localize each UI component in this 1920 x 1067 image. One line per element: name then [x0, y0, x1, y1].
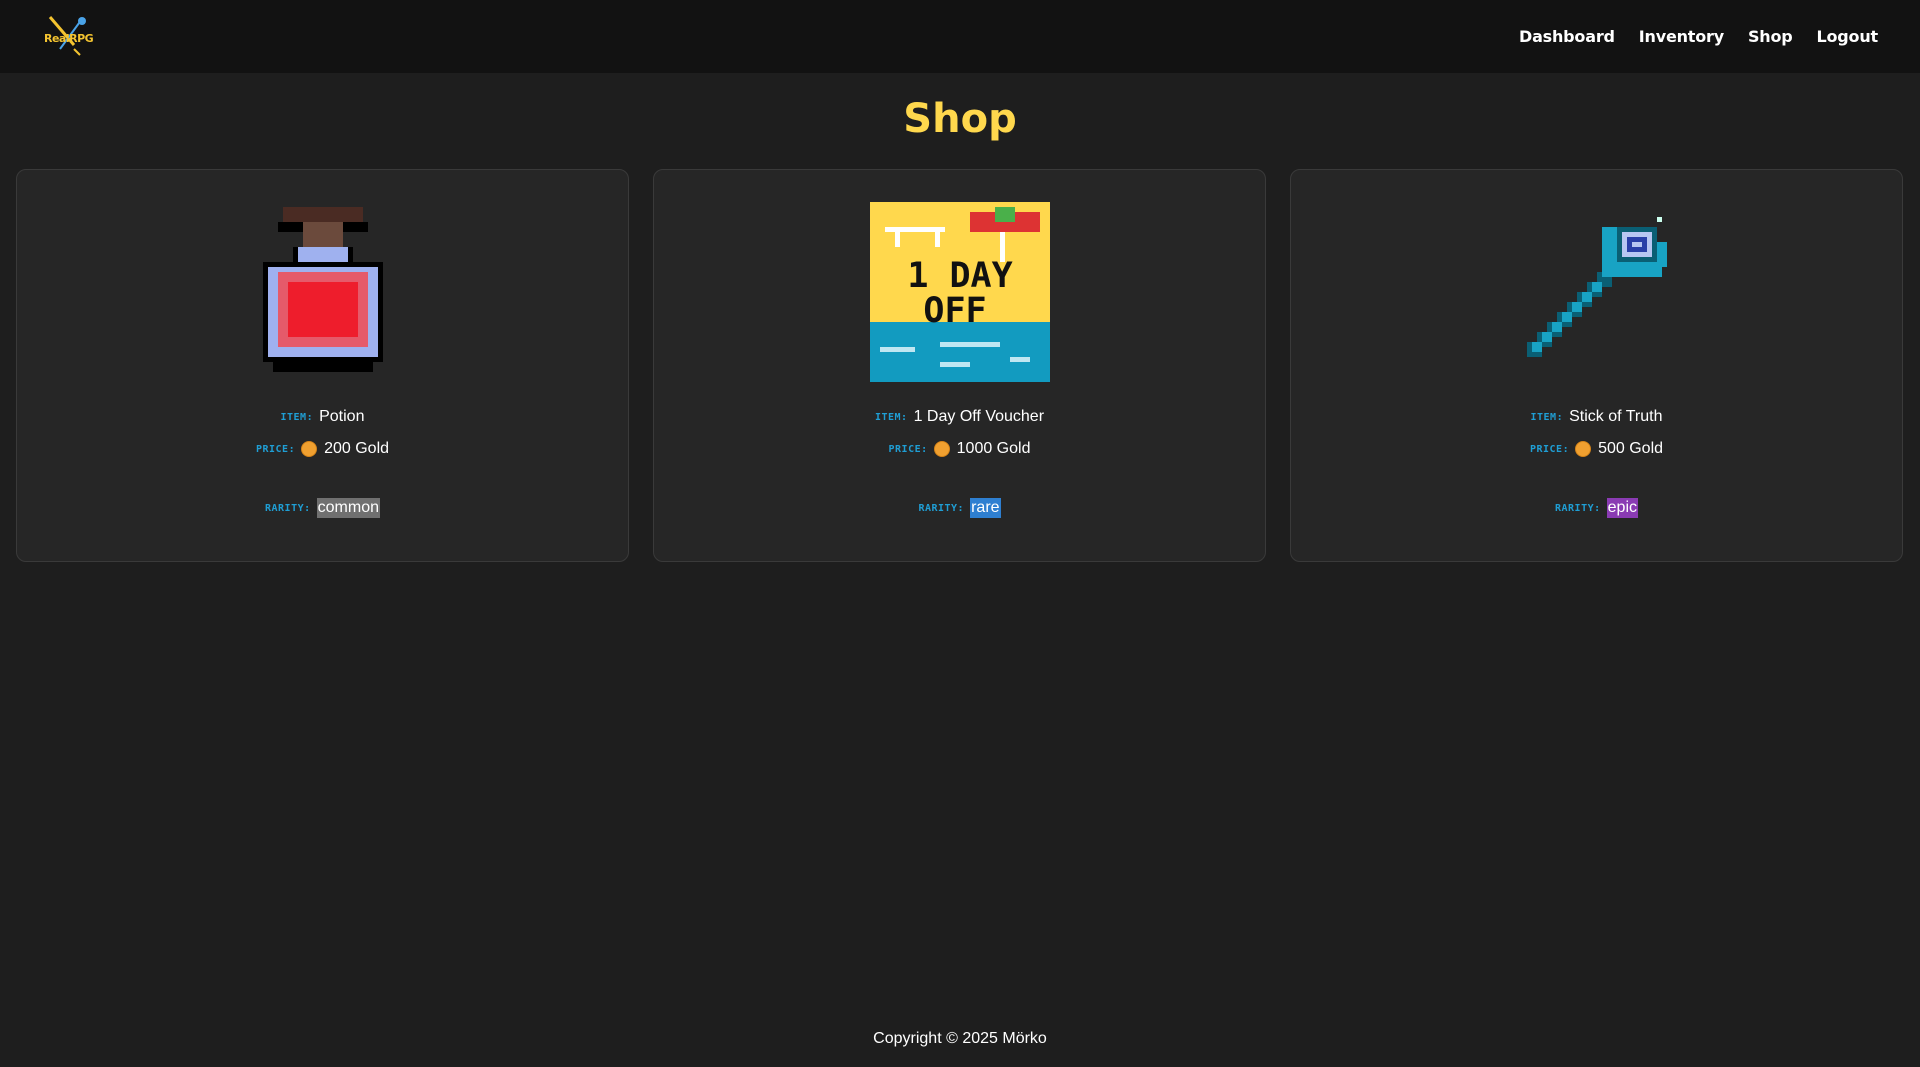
rarity-label: RARITY:: [264, 502, 311, 514]
item-price: 200 Gold: [324, 440, 390, 457]
item-name: 1 Day Off Voucher: [913, 408, 1045, 425]
staff-icon: [1526, 217, 1667, 357]
item-row: ITEM: Potion: [17, 408, 628, 426]
price-label: PRICE:: [1529, 443, 1570, 455]
day-off-voucher-icon: 1 DAY OFF: [869, 202, 1050, 382]
gold-coin-icon: [1575, 441, 1592, 457]
shop-item-card[interactable]: ITEM: Potion PRICE: 200 Gold RARITY: com…: [16, 169, 629, 562]
nav-links: Dashboard Inventory Shop Logout: [1519, 27, 1878, 46]
price-label: PRICE:: [255, 443, 296, 455]
rarity-label: RARITY:: [1554, 502, 1601, 514]
shop-items: ITEM: Potion PRICE: 200 Gold RARITY: com…: [16, 169, 1904, 562]
price-row: PRICE: 1000 Gold: [654, 440, 1265, 458]
potion-icon: [262, 207, 383, 372]
item-name: Potion: [319, 408, 365, 425]
brand-logo[interactable]: RealRPG: [38, 15, 94, 59]
voucher-line2: OFF: [923, 291, 986, 331]
shop-item-card[interactable]: 1 DAY OFF ITEM: 1 Day Off Voucher PRICE:…: [653, 169, 1266, 562]
item-row: ITEM: Stick of Truth: [1291, 408, 1902, 426]
rarity-label: RARITY:: [918, 502, 965, 514]
rarity-row: RARITY: rare: [654, 498, 1265, 518]
item-label: ITEM:: [874, 411, 908, 423]
item-price: 1000 Gold: [956, 440, 1031, 457]
nav-logout[interactable]: Logout: [1817, 27, 1879, 46]
price-row: PRICE: 500 Gold: [1291, 440, 1902, 458]
rarity-badge: epic: [1606, 498, 1638, 518]
price-row: PRICE: 200 Gold: [17, 440, 628, 458]
nav-inventory[interactable]: Inventory: [1639, 27, 1724, 46]
item-name: Stick of Truth: [1569, 408, 1663, 425]
page-title: Shop: [903, 96, 1017, 142]
item-row: ITEM: 1 Day Off Voucher: [654, 408, 1265, 426]
logo-text: RealRPG: [44, 31, 94, 45]
gold-coin-icon: [301, 441, 318, 457]
rarity-badge: rare: [970, 498, 1001, 518]
rarity-row: RARITY: epic: [1291, 498, 1902, 518]
gold-coin-icon: [933, 441, 950, 457]
item-label: ITEM:: [1530, 411, 1564, 423]
nav-shop[interactable]: Shop: [1748, 27, 1793, 46]
rarity-badge: common: [316, 498, 380, 518]
item-label: ITEM:: [280, 411, 314, 423]
price-label: PRICE:: [888, 443, 928, 455]
nav-dashboard[interactable]: Dashboard: [1519, 27, 1615, 46]
rarity-row: RARITY: common: [17, 498, 628, 518]
navbar: RealRPG Dashboard Inventory Shop Logout: [0, 0, 1920, 73]
shop-item-card[interactable]: ITEM: Stick of Truth PRICE: 500 Gold RAR…: [1290, 169, 1903, 562]
item-price: 500 Gold: [1598, 440, 1664, 457]
footer-copyright: Copyright © 2025 Mörko: [873, 1030, 1047, 1047]
